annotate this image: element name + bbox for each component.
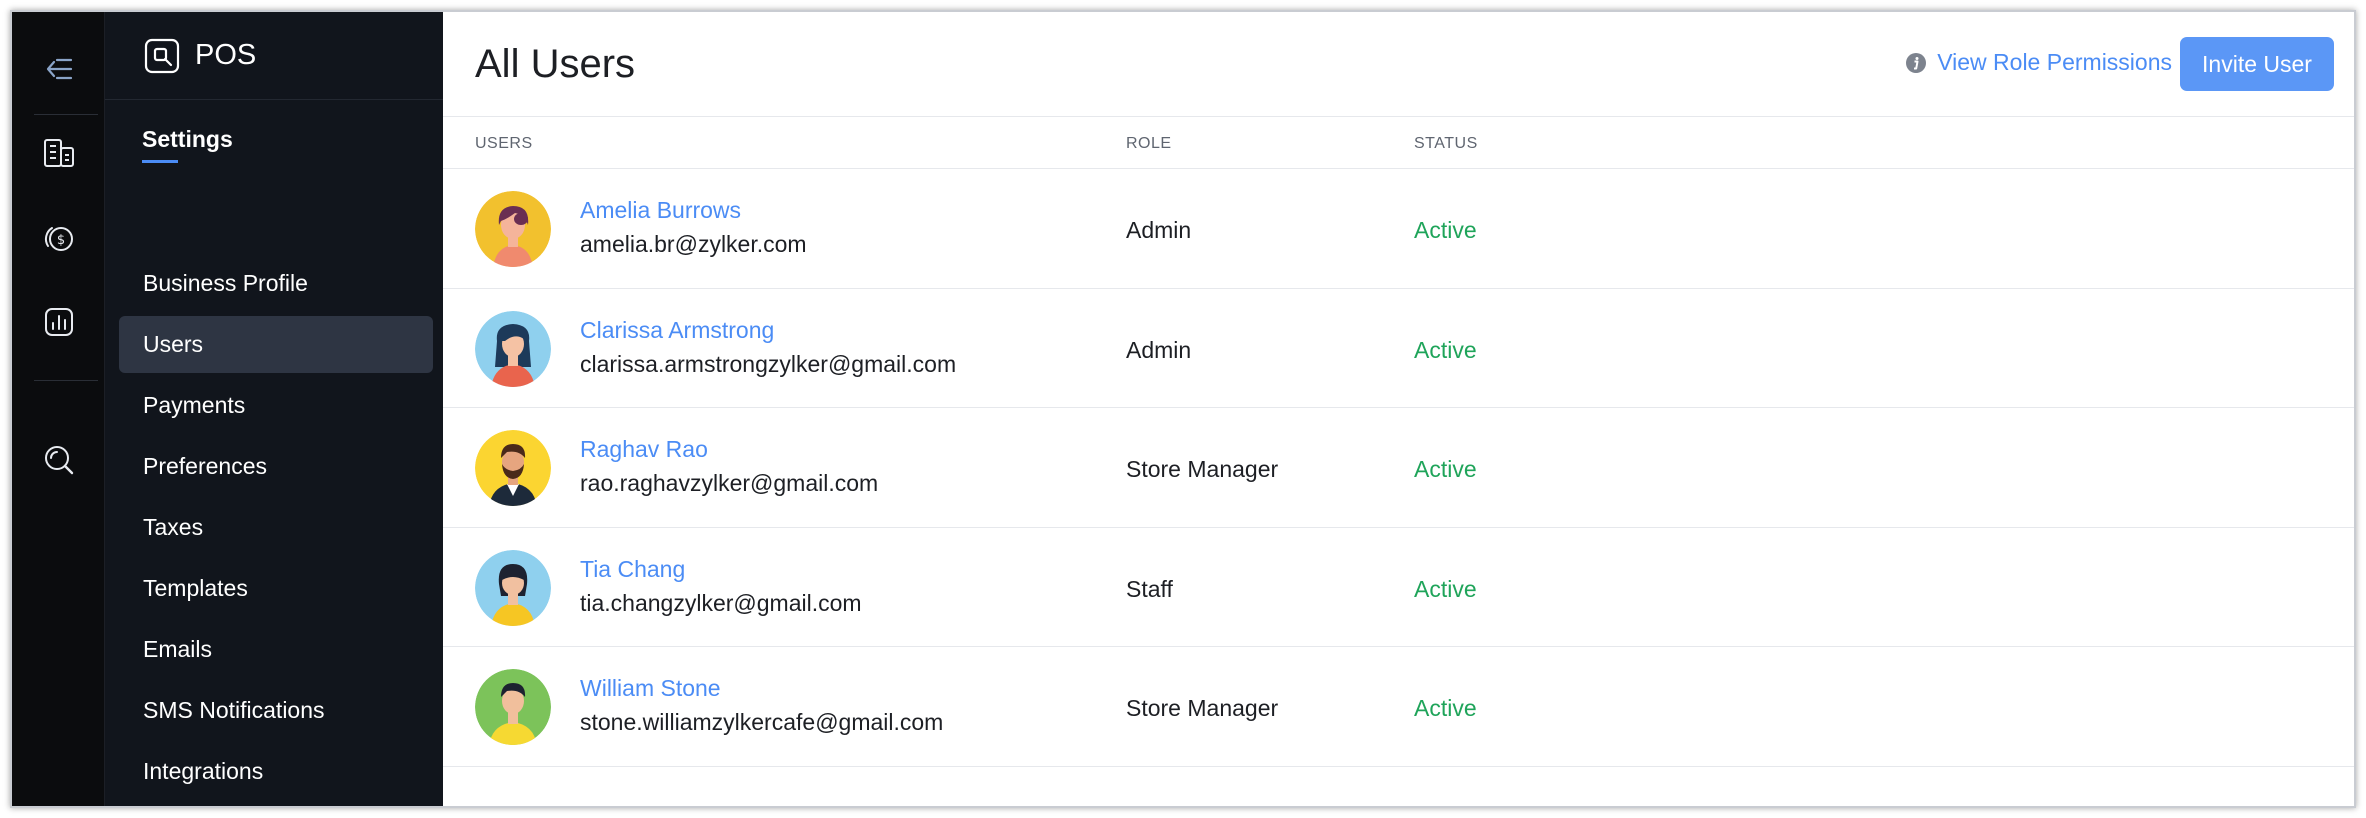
status-badge: Active: [1414, 695, 1477, 721]
main-content: All Users View Role Permissions Invite U…: [443, 12, 2354, 806]
search-icon: [44, 446, 73, 475]
status-badge: Active: [1414, 575, 1477, 602]
table-row[interactable]: Tia Chang tia.changzylker@gmail.com Staf…: [443, 528, 2354, 647]
app-brand: POS: [105, 12, 443, 100]
sidebar-item-preferences[interactable]: Preferences: [119, 438, 433, 495]
user-email: tia.changzylker@gmail.com: [580, 589, 862, 616]
sidebar-item-business-profile[interactable]: Business Profile: [119, 255, 433, 312]
user-name-link[interactable]: Raghav Rao: [580, 436, 708, 463]
app-window: $ POS Settings Business Profile Users Pa…: [10, 10, 2356, 808]
view-role-permissions-label: View Role Permissions: [1937, 49, 2172, 75]
sidebar-item-sms-notifications[interactable]: SMS Notifications: [119, 682, 433, 739]
table-row[interactable]: Clarissa Armstrong clarissa.armstrongzyl…: [443, 289, 2354, 408]
user-role: Store Manager: [1126, 456, 1279, 482]
male-avatar-icon: [475, 669, 551, 745]
table-row[interactable]: Amelia Burrows amelia.br@zylker.com Admi…: [443, 169, 2354, 289]
user-name-link[interactable]: William Stone: [580, 675, 721, 702]
rail-payments-button[interactable]: $: [12, 195, 105, 281]
page-title: All Users: [475, 42, 636, 86]
coin-icon: $: [44, 227, 73, 251]
rail-business-button[interactable]: [12, 110, 105, 196]
female-avatar-icon: [475, 191, 551, 267]
svg-text:$: $: [56, 233, 64, 248]
avatar: [475, 191, 551, 267]
female-avatar-icon: [475, 310, 551, 387]
view-role-permissions-link[interactable]: View Role Permissions: [1905, 49, 2172, 76]
user-email: clarissa.armstrongzylker@gmail.com: [580, 350, 957, 377]
avatar: [475, 549, 551, 626]
user-role: Admin: [1126, 217, 1192, 243]
rail-search-button[interactable]: [12, 417, 105, 503]
heading-underline: [142, 160, 178, 163]
user-email: amelia.br@zylker.com: [580, 231, 807, 257]
sidebar-item-payments[interactable]: Payments: [119, 377, 433, 434]
info-icon: [1906, 52, 1927, 73]
invite-user-button[interactable]: Invite User: [2180, 37, 2334, 91]
users-table: Amelia Burrows amelia.br@zylker.com Admi…: [443, 169, 2354, 767]
table-row[interactable]: William Stone stone.williamzylkercafe@gm…: [443, 647, 2354, 767]
user-email: stone.williamzylkercafe@gmail.com: [580, 709, 944, 735]
avatar: [475, 430, 551, 506]
avatar: [475, 669, 551, 745]
pos-logo-icon: [144, 38, 180, 73]
settings-sidebar: POS Settings Business Profile Users Paym…: [105, 12, 443, 806]
column-header-role: ROLE: [1126, 135, 1172, 152]
building-icon: [43, 139, 74, 167]
settings-menu: Business Profile Users Payments Preferen…: [119, 255, 433, 804]
app-title: POS: [195, 39, 257, 71]
sidebar-item-integrations[interactable]: Integrations: [119, 743, 433, 800]
table-header: USERS ROLE STATUS: [443, 116, 2354, 169]
user-email: rao.raghavzylker@gmail.com: [580, 470, 879, 496]
user-name-link[interactable]: Tia Chang: [580, 556, 685, 583]
column-header-status: STATUS: [1414, 135, 1478, 152]
settings-heading: Settings: [142, 126, 233, 152]
avatar: [475, 310, 551, 387]
sidebar-item-taxes[interactable]: Taxes: [119, 499, 433, 556]
user-role: Admin: [1126, 336, 1192, 363]
report-icon: [44, 308, 73, 336]
rail-divider: [34, 380, 98, 381]
user-name-link[interactable]: Amelia Burrows: [580, 197, 741, 224]
icon-rail: $: [12, 12, 105, 806]
user-role: Staff: [1126, 575, 1173, 602]
column-header-users: USERS: [475, 135, 533, 152]
collapse-menu-button[interactable]: [12, 26, 105, 112]
male-bearded-avatar-icon: [475, 430, 551, 506]
user-role: Store Manager: [1126, 695, 1279, 721]
female-avatar-icon: [475, 549, 551, 626]
back-arrow-icon: [46, 58, 72, 80]
status-badge: Active: [1414, 456, 1477, 482]
user-name-link[interactable]: Clarissa Armstrong: [580, 317, 774, 344]
status-badge: Active: [1414, 336, 1477, 363]
rail-reports-button[interactable]: [12, 279, 105, 365]
status-badge: Active: [1414, 217, 1477, 243]
sidebar-item-templates[interactable]: Templates: [119, 560, 433, 617]
table-row[interactable]: Raghav Rao rao.raghavzylker@gmail.com St…: [443, 408, 2354, 528]
sidebar-item-emails[interactable]: Emails: [119, 621, 433, 678]
sidebar-item-users[interactable]: Users: [119, 316, 433, 373]
